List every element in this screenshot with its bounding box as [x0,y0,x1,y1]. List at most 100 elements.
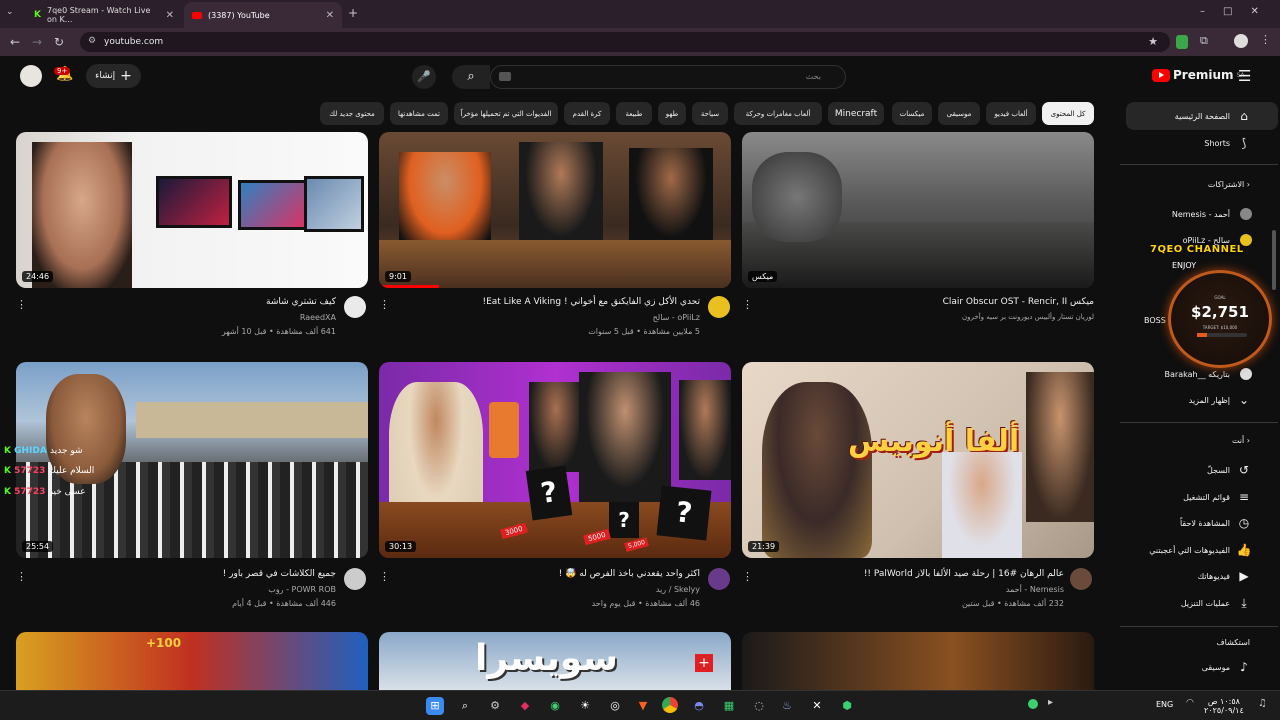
video-title[interactable]: جميع الكلاشات في قصر باور ! [223,569,336,579]
sidebar-item-downloads[interactable]: عمليات التنزيل ⤓ [1116,589,1278,617]
brave-icon[interactable]: ▼ [634,697,652,715]
channel-name[interactable]: oPiiLz - سالح [653,313,700,322]
chip-all[interactable]: كل المحتوى [1042,102,1094,125]
app-icon[interactable]: ◌ [750,697,768,715]
chip[interactable]: ألعاب فيديو [986,102,1036,125]
status-icon[interactable] [1028,699,1038,709]
subscriptions-header[interactable]: الاشتراكات › [1116,180,1278,189]
sidebar-item-watch-later[interactable]: المشاهدة لاحقاً ◷ [1116,509,1278,537]
sidebar-item-shorts[interactable]: Shorts ⟆ [1116,129,1278,157]
tab-list-icon[interactable]: ⌄ [6,7,14,17]
back-icon[interactable]: ← [4,35,26,49]
keyboard-icon[interactable] [499,72,511,81]
channel-name[interactable]: Skelyy / ريد [656,585,700,594]
app-icon[interactable]: ◆ [516,697,534,715]
search-icon[interactable]: ⌕ [456,697,474,715]
you-header[interactable]: أنت › [1116,436,1278,445]
channel-name[interactable]: Nemesis - أحمد [1006,585,1064,594]
video-title[interactable]: كيف تشتري شاشة [266,297,336,307]
sidebar-item-subscription[interactable]: Nemesis - أحمد [1116,200,1278,228]
youtube-premium-logo[interactable]: Premium SA [1152,68,1245,82]
more-options-icon[interactable]: ⋮ [742,298,753,311]
forward-icon[interactable]: → [26,35,48,49]
more-options-icon[interactable]: ⋮ [16,570,27,583]
clock[interactable]: ١٠:٥٨ ص ٢٠٢٥/٠٩/١٤ [1204,697,1244,715]
show-more-button[interactable]: إظهار المزيد ⌄ [1116,386,1278,414]
video-title[interactable]: اكثر واحد يقعدني باخذ الفرص له 🤯 ! [559,569,700,579]
avatar[interactable] [20,65,42,87]
chip[interactable]: طبيعة [616,102,652,125]
excel-icon[interactable]: ▦ [720,697,738,715]
channel-name[interactable]: لوريان تستار وألبيس ديورونت بر سيه وآخرو… [962,313,1094,321]
start-icon[interactable]: ⊞ [426,697,444,715]
video-thumbnail[interactable]: ألفا أنوبيس 21:39 [742,362,1094,558]
reload-icon[interactable]: ↻ [48,35,70,49]
window-controls[interactable]: –□✕ [1200,6,1277,17]
chip[interactable]: الفديوات التي تم تحميلها مؤخراً [454,102,558,125]
channel-avatar[interactable] [708,296,730,318]
close-icon[interactable]: ✕ [166,10,174,21]
app-icon[interactable]: ☀ [576,697,594,715]
video-thumbnail[interactable]: +100 [16,632,368,690]
tab-kick-stream[interactable]: K 7qe0 Stream - Watch Live on K... ✕ [26,2,182,28]
language-indicator[interactable]: ENG [1156,700,1173,709]
menu-icon[interactable]: ⋮ [1260,33,1271,46]
profile-icon[interactable] [1234,34,1248,48]
sidebar-item-liked[interactable]: الفيديوهات التي أعجبتني 👍 [1116,536,1278,564]
tab-youtube[interactable]: (3387) YouTube ✕ [184,2,342,28]
more-options-icon[interactable]: ⋮ [379,570,390,583]
more-options-icon[interactable]: ⋮ [379,298,390,311]
create-button[interactable]: إنشاء + [86,64,141,88]
more-options-icon[interactable]: ⋮ [742,570,753,583]
chip[interactable]: محتوى جديد لك [320,102,384,125]
settings-icon[interactable]: ⚙ [486,697,504,715]
sidebar-item-music[interactable]: موسيقى ♪ [1116,653,1278,681]
video-thumbnail[interactable]: سويسرا + [379,632,731,690]
close-icon[interactable]: ✕ [326,10,334,21]
channel-name[interactable]: RaeedXA [300,313,336,322]
channel-avatar[interactable] [708,568,730,590]
discord-icon[interactable]: ◓ [690,697,708,715]
hamburger-menu-icon[interactable]: ☰ [1238,67,1251,85]
extension-shield-icon[interactable] [1176,35,1188,49]
wifi-icon[interactable]: ◠ [1186,698,1194,708]
video-thumbnail[interactable]: ? ? ? 3000 5000 5,000 30:13 [379,362,731,558]
chip[interactable]: تمت مشاهدتها [390,102,448,125]
sidebar-item-your-videos[interactable]: فيديوهاتك ▶ [1116,562,1278,590]
video-thumbnail[interactable]: 25:54 [16,362,368,558]
video-thumbnail[interactable]: 24:46 [16,132,368,288]
channel-avatar[interactable] [344,296,366,318]
app-icon[interactable]: ◉ [546,697,564,715]
video-title[interactable]: تحدي الأكل زي الفايكنق مع أخواني ! Eat L… [482,297,700,307]
channel-avatar[interactable] [344,568,366,590]
more-options-icon[interactable]: ⋮ [16,298,27,311]
chip[interactable]: Minecraft [828,102,884,125]
url-field[interactable]: ⚙ youtube.com ★ [80,32,1170,52]
channel-name[interactable]: POWR ROB - روب [268,585,336,594]
video-title[interactable]: عالم الرهان #16 | رحلة صيد الألفا بالاز … [864,569,1064,579]
video-title[interactable]: ميكس Clair Obscur OST - Rencir, II [943,297,1094,307]
chip[interactable]: موسيقى [938,102,980,125]
app-icon[interactable]: ✕ [808,697,826,715]
new-tab-icon[interactable]: + [348,6,358,20]
extensions-icon[interactable]: ⧉ [1200,34,1208,48]
sidebar-item-home[interactable]: الصفحة الرئيسية ⌂ [1126,102,1278,130]
site-info-icon[interactable]: ⚙ [88,36,96,46]
sidebar-item-history[interactable]: السجلّ ↺ [1116,456,1278,484]
chip[interactable]: ألعاب مغامرات وحركة [734,102,822,125]
sidebar-item-subscription[interactable]: Barakah__ بتاريكه [1116,360,1278,388]
chip[interactable]: ميكسات [892,102,932,125]
video-thumbnail[interactable] [742,632,1094,690]
search-input[interactable]: بحث [490,65,846,89]
chip[interactable]: سياحة [692,102,728,125]
sidebar-scrollbar[interactable] [1272,230,1276,290]
app-icon[interactable]: ⬢ [838,697,856,715]
obs-icon[interactable]: ◎ [606,697,624,715]
chip[interactable]: كرة القدم [564,102,610,125]
search-button[interactable]: ⌕ [452,65,490,89]
video-thumbnail[interactable]: ميكس [742,132,1094,288]
video-thumbnail[interactable]: 9:01 [379,132,731,288]
steam-icon[interactable]: ♨ [778,697,796,715]
bookmark-star-icon[interactable]: ★ [1148,35,1158,48]
tray-chevron-icon[interactable]: ▸ [1048,697,1053,708]
